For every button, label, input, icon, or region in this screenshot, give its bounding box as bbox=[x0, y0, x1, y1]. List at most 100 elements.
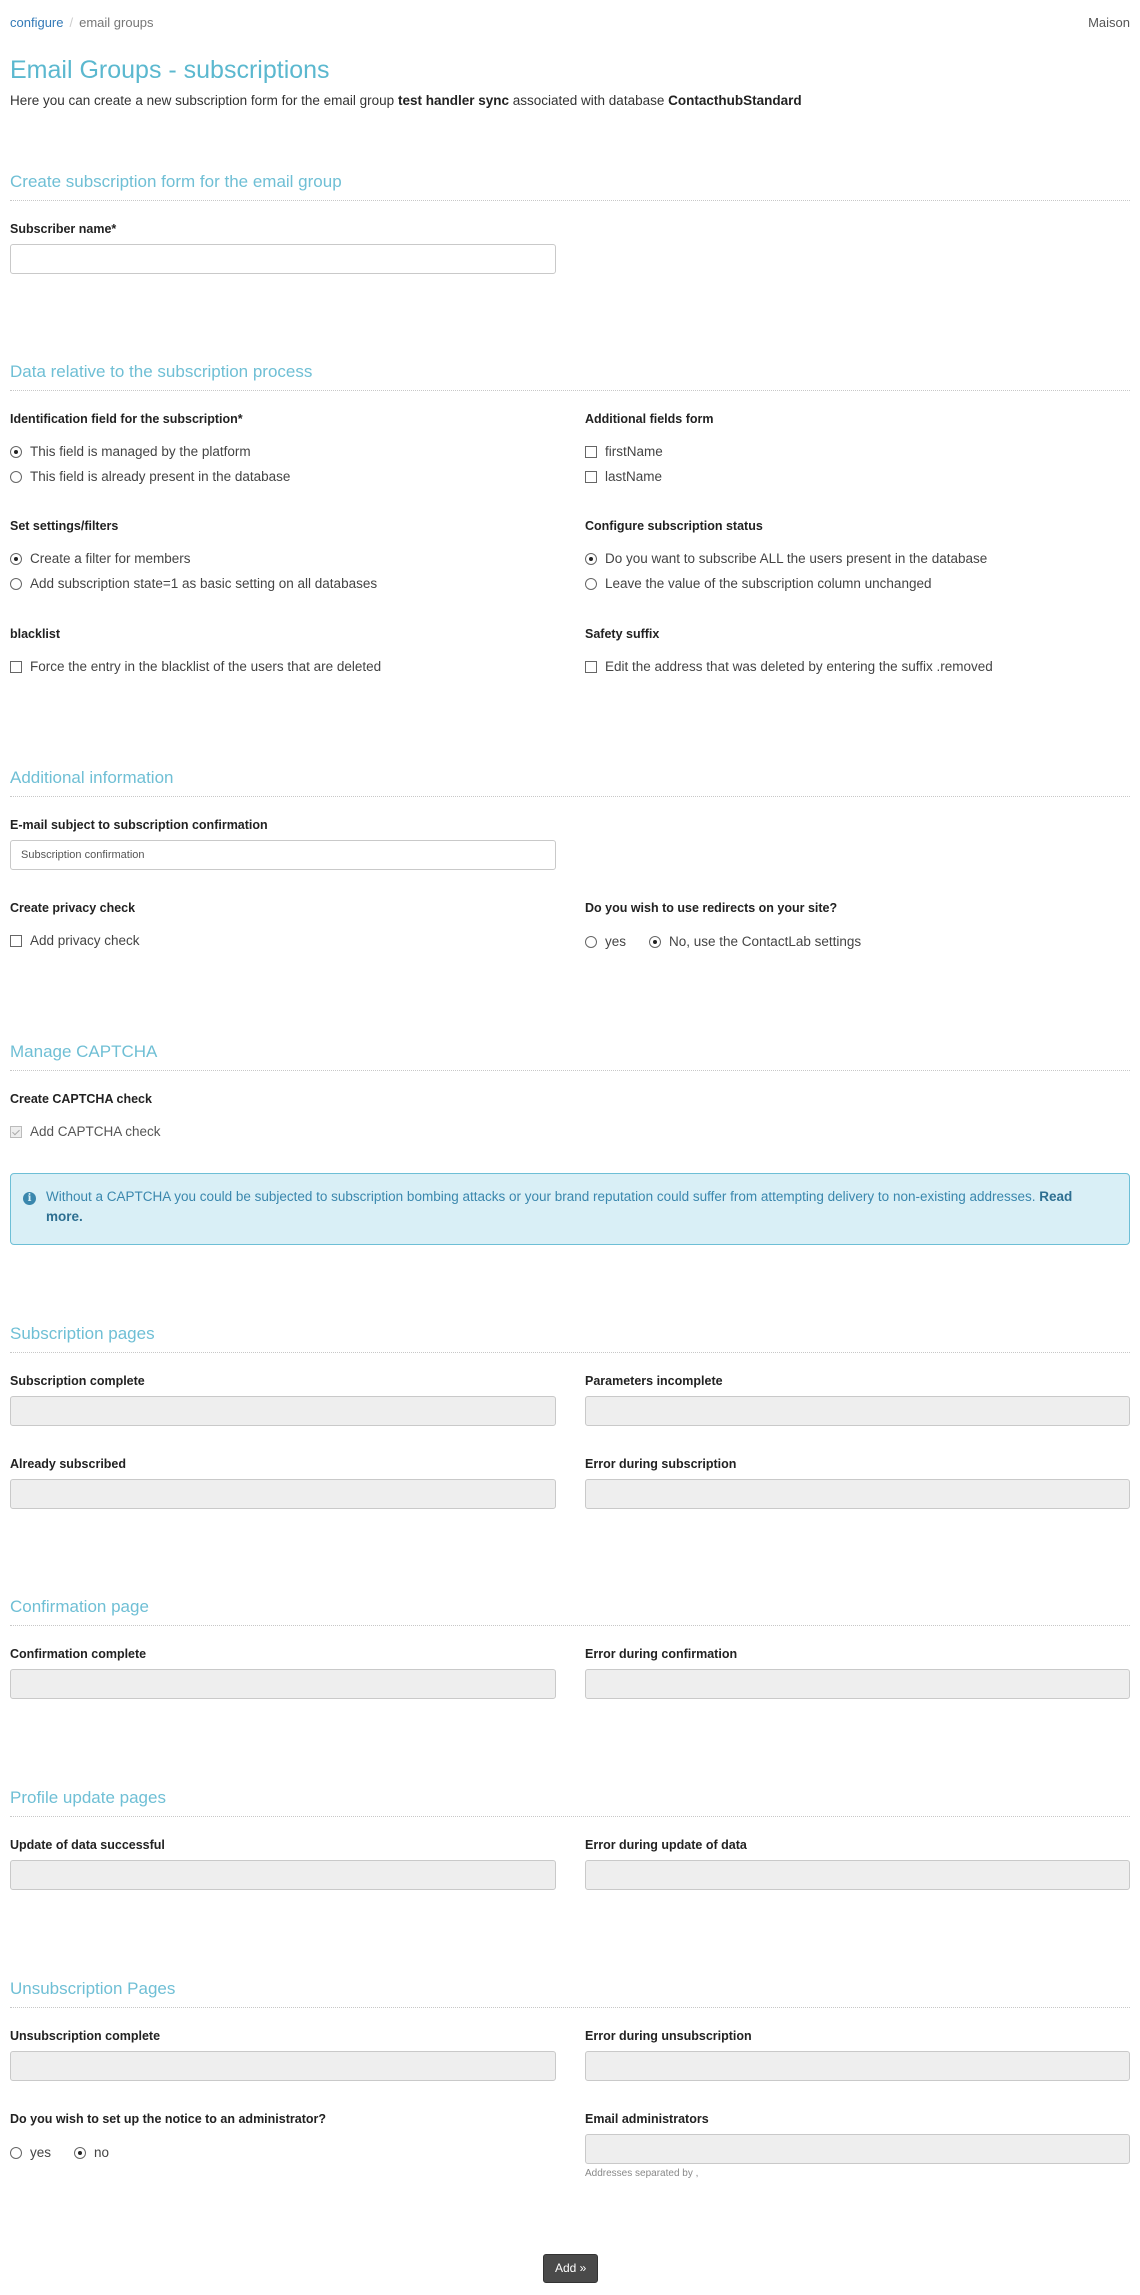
error-update-input[interactable] bbox=[585, 1860, 1130, 1890]
section-confirmation-page: Confirmation page Confirmation complete … bbox=[10, 1597, 1130, 1707]
option-label: Add privacy check bbox=[30, 933, 140, 948]
subscription-status-label: Configure subscription status bbox=[585, 519, 763, 533]
subscriber-name-input[interactable] bbox=[10, 244, 556, 274]
subscription-complete-input[interactable] bbox=[10, 1396, 556, 1426]
error-unsubscription-input[interactable] bbox=[585, 2051, 1130, 2081]
option-label: Leave the value of the subscription colu… bbox=[605, 576, 932, 591]
section-subscription-process: Data relative to the subscription proces… bbox=[10, 362, 1130, 682]
radio-unselected-icon[interactable] bbox=[585, 577, 597, 590]
additional-field-firstname[interactable]: firstName bbox=[585, 444, 663, 459]
radio-unselected-icon[interactable] bbox=[10, 2146, 22, 2159]
checkbox-icon[interactable] bbox=[585, 445, 597, 458]
radio-selected-icon[interactable] bbox=[74, 2146, 86, 2159]
error-confirmation-label: Error during confirmation bbox=[585, 1647, 738, 1661]
option-label: This field is managed by the platform bbox=[30, 444, 251, 459]
radio-unselected-icon[interactable] bbox=[10, 577, 22, 590]
error-subscription-label: Error during subscription bbox=[585, 1457, 737, 1471]
option-label: Do you want to subscribe ALL the users p… bbox=[605, 551, 988, 566]
confirmation-complete-label: Confirmation complete bbox=[10, 1647, 147, 1661]
privacy-check-label: Create privacy check bbox=[10, 901, 136, 915]
parameters-incomplete-label: Parameters incomplete bbox=[585, 1374, 723, 1388]
settings-option-filter[interactable]: Create a filter for members bbox=[10, 551, 191, 566]
unsubscription-complete-label: Unsubscription complete bbox=[10, 2029, 161, 2043]
error-update-label: Error during update of data bbox=[585, 1838, 747, 1852]
error-confirmation-input[interactable] bbox=[585, 1669, 1130, 1699]
section-title: Profile update pages bbox=[10, 1788, 1130, 1817]
redirects-option-yes[interactable]: yes bbox=[585, 934, 626, 949]
breadcrumb: configure / email groups bbox=[10, 15, 154, 30]
radio-selected-icon[interactable] bbox=[585, 552, 597, 565]
section-additional-information: Additional information E-mail subject to… bbox=[10, 768, 1130, 958]
radio-unselected-icon[interactable] bbox=[10, 470, 22, 483]
admin-notice-option-no[interactable]: no bbox=[74, 2145, 109, 2160]
redirects-label: Do you wish to use redirects on your sit… bbox=[585, 901, 838, 915]
blacklist-option[interactable]: Force the entry in the blacklist of the … bbox=[10, 659, 381, 674]
update-successful-input[interactable] bbox=[10, 1860, 556, 1890]
breadcrumb-configure-link[interactable]: configure bbox=[10, 15, 63, 30]
email-subject-input[interactable] bbox=[10, 840, 556, 870]
identification-field-label: Identification field for the subscriptio… bbox=[10, 412, 243, 426]
settings-filters-label: Set settings/filters bbox=[10, 519, 119, 533]
checkbox-checked-disabled-icon[interactable] bbox=[10, 1125, 22, 1138]
settings-option-state[interactable]: Add subscription state=1 as basic settin… bbox=[10, 576, 377, 591]
user-name[interactable]: Maison bbox=[1088, 15, 1130, 30]
alert-text: Without a CAPTCHA you could be subjected… bbox=[46, 1189, 1040, 1204]
section-unsubscription-pages: Unsubscription Pages Unsubscription comp… bbox=[10, 1979, 1130, 2179]
option-label: No, use the ContactLab settings bbox=[669, 934, 862, 949]
blacklist-label: blacklist bbox=[10, 627, 61, 641]
email-administrators-label: Email administrators bbox=[585, 2112, 709, 2126]
privacy-check-option[interactable]: Add privacy check bbox=[10, 933, 140, 948]
intro-database-name: ContacthubStandard bbox=[668, 93, 802, 108]
section-title: Data relative to the subscription proces… bbox=[10, 362, 1130, 391]
radio-selected-icon[interactable] bbox=[649, 935, 661, 948]
checkbox-icon[interactable] bbox=[10, 660, 22, 673]
email-administrators-input[interactable] bbox=[585, 2134, 1130, 2164]
identification-option-database[interactable]: This field is already present in the dat… bbox=[10, 469, 290, 484]
confirmation-complete-input[interactable] bbox=[10, 1669, 556, 1699]
breadcrumb-separator: / bbox=[69, 15, 74, 30]
add-button[interactable]: Add » bbox=[543, 2254, 599, 2283]
admin-notice-option-yes[interactable]: yes bbox=[10, 2145, 51, 2160]
status-option-unchanged[interactable]: Leave the value of the subscription colu… bbox=[585, 576, 931, 591]
subscriber-name-label: Subscriber name* bbox=[10, 222, 117, 236]
identification-option-platform[interactable]: This field is managed by the platform bbox=[10, 444, 251, 459]
email-subject-label: E-mail subject to subscription confirmat… bbox=[10, 818, 268, 832]
parameters-incomplete-input[interactable] bbox=[585, 1396, 1130, 1426]
option-label: lastName bbox=[605, 469, 663, 484]
option-label: no bbox=[94, 2145, 110, 2160]
already-subscribed-input[interactable] bbox=[10, 1479, 556, 1509]
breadcrumb-current: email groups bbox=[79, 15, 154, 30]
checkbox-icon[interactable] bbox=[585, 470, 597, 483]
section-manage-captcha: Manage CAPTCHA Create CAPTCHA check Add … bbox=[10, 1042, 1130, 1247]
intro-middle: associated with database bbox=[509, 93, 669, 108]
option-label: yes bbox=[30, 2145, 52, 2160]
email-administrators-help: Addresses separated by , bbox=[585, 2168, 699, 2179]
intro-prefix: Here you can create a new subscription f… bbox=[10, 93, 398, 108]
radio-selected-icon[interactable] bbox=[10, 445, 22, 458]
safety-suffix-option[interactable]: Edit the address that was deleted by ent… bbox=[585, 659, 993, 674]
additional-fields-label: Additional fields form bbox=[585, 412, 714, 426]
unsubscription-complete-input[interactable] bbox=[10, 2051, 556, 2081]
section-profile-update-pages: Profile update pages Update of data succ… bbox=[10, 1788, 1130, 1898]
status-option-subscribe-all[interactable]: Do you want to subscribe ALL the users p… bbox=[585, 551, 987, 566]
option-label: This field is already present in the dat… bbox=[30, 469, 291, 484]
option-label: firstName bbox=[605, 444, 663, 459]
checkbox-icon[interactable] bbox=[10, 934, 22, 947]
redirects-option-no[interactable]: No, use the ContactLab settings bbox=[649, 934, 861, 949]
option-label: Add CAPTCHA check bbox=[30, 1124, 161, 1139]
section-subscription-pages: Subscription pages Subscription complete… bbox=[10, 1324, 1130, 1514]
info-icon: i bbox=[23, 1192, 36, 1205]
additional-field-lastname[interactable]: lastName bbox=[585, 469, 662, 484]
alert-message: Without a CAPTCHA you could be subjected… bbox=[46, 1187, 1089, 1227]
error-subscription-input[interactable] bbox=[585, 1479, 1130, 1509]
radio-selected-icon[interactable] bbox=[10, 552, 22, 565]
captcha-info-alert: i Without a CAPTCHA you could be subject… bbox=[10, 1173, 1130, 1245]
radio-unselected-icon[interactable] bbox=[585, 935, 597, 948]
section-title: Subscription pages bbox=[10, 1324, 1130, 1353]
admin-notice-label: Do you wish to set up the notice to an a… bbox=[10, 2112, 326, 2126]
checkbox-icon[interactable] bbox=[585, 660, 597, 673]
captcha-check-option[interactable]: Add CAPTCHA check bbox=[10, 1124, 161, 1139]
subscription-complete-label: Subscription complete bbox=[10, 1374, 145, 1388]
captcha-check-label: Create CAPTCHA check bbox=[10, 1092, 152, 1106]
error-unsubscription-label: Error during unsubscription bbox=[585, 2029, 752, 2043]
